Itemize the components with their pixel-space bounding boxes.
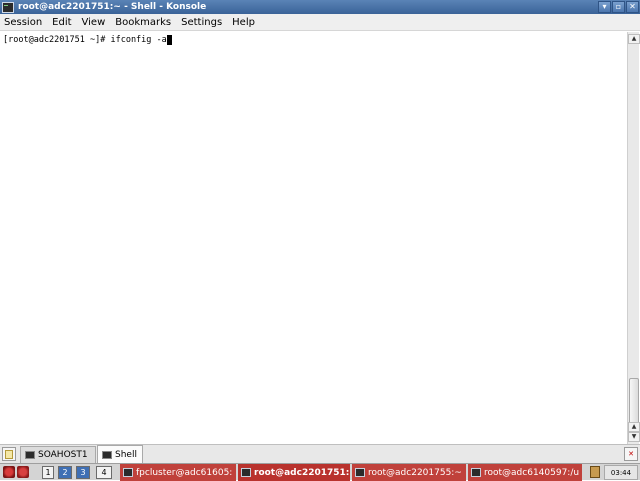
- menu-view[interactable]: View: [77, 17, 111, 28]
- terminal-icon: [123, 468, 133, 477]
- desktop-3-button[interactable]: 3: [76, 466, 90, 479]
- terminal-icon: [25, 451, 35, 459]
- k-menu-icon[interactable]: [3, 466, 15, 478]
- desktop-2-button[interactable]: 2: [58, 466, 72, 479]
- title-bar[interactable]: root@adc2201751:~ - Shell - Konsole ▾ ▫ …: [0, 0, 640, 14]
- tab-shell[interactable]: Shell: [97, 445, 143, 463]
- terminal-line: [root@adc2201751 ~]# ifconfig -a: [3, 35, 172, 45]
- menu-bar: Session Edit View Bookmarks Settings Hel…: [0, 14, 640, 31]
- terminal-icon: [241, 468, 251, 477]
- tab-label: Shell: [115, 449, 137, 460]
- new-session-button[interactable]: [2, 447, 16, 461]
- scrollbar-thumb[interactable]: [629, 378, 639, 424]
- taskbar-item-label: fpcluster@adc61605:: [136, 467, 233, 478]
- text-cursor: [166, 35, 172, 45]
- taskbar-item[interactable]: root@adc6140597:/u: [468, 464, 582, 481]
- taskbar: 1 2 3 4 fpcluster@adc61605: root@adc2201…: [0, 463, 640, 481]
- menu-bookmarks[interactable]: Bookmarks: [110, 17, 176, 28]
- window-controls: ▾ ▫ ✕: [598, 1, 639, 13]
- lock-screen-icon[interactable]: [17, 466, 29, 478]
- minimize-button[interactable]: ▾: [598, 1, 611, 13]
- terminal-area[interactable]: [root@adc2201751 ~]# ifconfig -a: [0, 32, 627, 444]
- vertical-scrollbar[interactable]: ▲ ▲ ▼: [627, 32, 640, 444]
- new-session-icon: [5, 450, 13, 459]
- tab-soahost1[interactable]: SOAHOST1: [20, 446, 96, 463]
- close-button[interactable]: ✕: [626, 1, 639, 13]
- session-tab-bar: SOAHOST1 Shell ✕: [0, 444, 640, 463]
- menu-session[interactable]: Session: [0, 17, 47, 28]
- taskbar-item-active[interactable]: root@adc2201751:: [238, 464, 350, 481]
- taskbar-item-label: root@adc2201751:: [254, 467, 350, 478]
- clipboard-icon[interactable]: [590, 466, 600, 478]
- window-title: root@adc2201751:~ - Shell - Konsole: [18, 2, 207, 12]
- desktop-4-button[interactable]: 4: [96, 466, 112, 479]
- terminal-icon[interactable]: [2, 1, 14, 13]
- desktop-1-button[interactable]: 1: [42, 466, 54, 479]
- tab-label: SOAHOST1: [38, 450, 88, 460]
- maximize-button[interactable]: ▫: [612, 1, 625, 13]
- taskbar-item-label: root@adc6140597:/u: [484, 467, 580, 478]
- scroll-up-arrow-icon[interactable]: ▲: [628, 34, 640, 44]
- taskbar-item[interactable]: fpcluster@adc61605:: [120, 464, 236, 481]
- taskbar-item-label: root@adc2201755:~: [368, 467, 462, 478]
- shell-command: ifconfig -a: [110, 35, 167, 45]
- scroll-down-arrow-icon[interactable]: ▼: [628, 432, 640, 442]
- shell-prompt: [root@adc2201751 ~]#: [3, 35, 111, 45]
- scroll-up-arrow-icon[interactable]: ▲: [628, 422, 640, 432]
- menu-settings[interactable]: Settings: [176, 17, 227, 28]
- close-session-button[interactable]: ✕: [624, 447, 638, 461]
- menu-help[interactable]: Help: [227, 17, 260, 28]
- terminal-icon: [355, 468, 365, 477]
- terminal-icon: [102, 450, 112, 459]
- terminal-icon: [471, 468, 481, 477]
- menu-edit[interactable]: Edit: [47, 17, 76, 28]
- close-session-icon: ✕: [628, 450, 634, 458]
- taskbar-item[interactable]: root@adc2201755:~: [352, 464, 466, 481]
- clock[interactable]: 03:44: [604, 465, 638, 480]
